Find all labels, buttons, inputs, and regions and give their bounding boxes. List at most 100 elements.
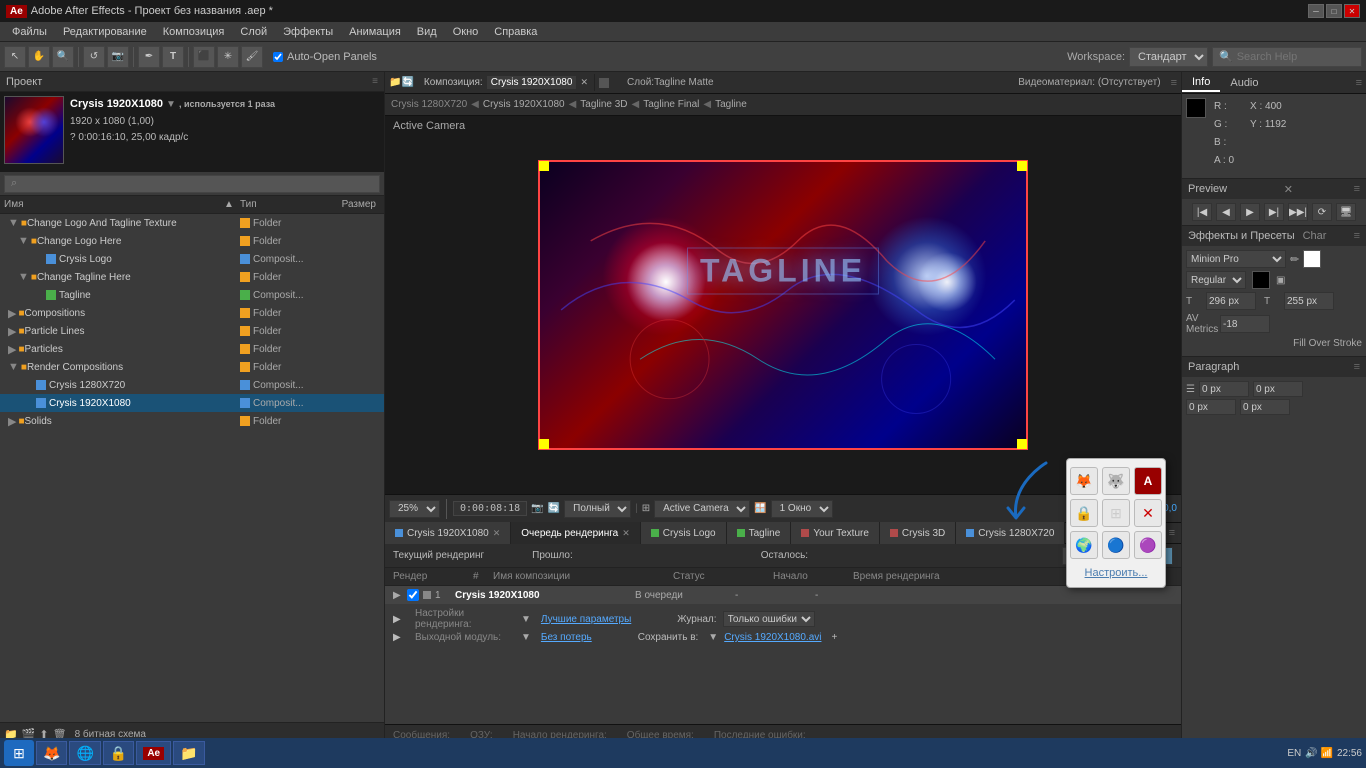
prev-loop[interactable]: ⟳: [1312, 203, 1332, 221]
configure-link[interactable]: Настроить...: [1085, 567, 1148, 579]
handle-tr[interactable]: [1017, 161, 1027, 171]
menu-effects[interactable]: Эффекты: [275, 24, 341, 40]
menu-layer[interactable]: Слой: [232, 24, 275, 40]
handle-bl[interactable]: [539, 439, 549, 449]
ri-checkbox[interactable]: [407, 589, 419, 601]
list-item[interactable]: ▶ ■ Particles Folder: [0, 340, 384, 358]
tool-select[interactable]: ↖: [4, 46, 26, 68]
expand-icon[interactable]: ▼: [18, 235, 29, 247]
char-tab[interactable]: Char: [1303, 230, 1327, 242]
breadcrumb-item[interactable]: Tagline: [715, 99, 747, 110]
preview-close[interactable]: ✕: [1284, 183, 1293, 196]
color-swatch-black[interactable]: [1252, 271, 1270, 289]
menu-window[interactable]: Окно: [445, 24, 487, 40]
para-input-2[interactable]: [1253, 381, 1303, 397]
rs-dropdown[interactable]: ▼: [521, 614, 531, 625]
project-search-input[interactable]: [21, 178, 373, 190]
gradient-icon[interactable]: ▣: [1276, 275, 1285, 286]
popup-icon-x[interactable]: ✕: [1134, 499, 1162, 527]
expand-icon[interactable]: ▶: [8, 325, 16, 338]
close-button[interactable]: ✕: [1344, 4, 1360, 18]
list-item[interactable]: Crysis Logo Composit...: [0, 250, 384, 268]
comp-dropdown[interactable]: ▼: [166, 99, 176, 110]
rs-journal-select[interactable]: Только ошибки: [723, 611, 815, 627]
tab-info[interactable]: Info: [1182, 74, 1220, 92]
timeline-tab-3d[interactable]: Crysis 3D: [880, 522, 956, 544]
breadcrumb-item[interactable]: Crysis 1280X720: [391, 99, 467, 110]
tab-audio[interactable]: Audio: [1220, 75, 1268, 91]
taskbar-security[interactable]: 🔒: [103, 741, 134, 765]
menu-animation[interactable]: Анимация: [341, 24, 409, 40]
timeline-tab-logo[interactable]: Crysis Logo: [641, 522, 727, 544]
expand-icon[interactable]: ▼: [8, 217, 19, 229]
timeline-tab-texture[interactable]: Your Texture: [791, 522, 880, 544]
panel-options[interactable]: ≡: [1352, 77, 1366, 89]
expand-icon[interactable]: ▼: [8, 361, 19, 373]
list-item[interactable]: Crysis 1280X720 Composit...: [0, 376, 384, 394]
comp-canvas[interactable]: TAGLINE: [538, 160, 1028, 450]
tool-brush[interactable]: 🖌: [241, 46, 263, 68]
render-queue-tab[interactable]: Очередь рендеринга ✕: [511, 522, 641, 544]
list-item[interactable]: ▶ ■ Solids Folder: [0, 412, 384, 430]
para-input-3[interactable]: [1186, 399, 1236, 415]
prev-last[interactable]: ▶▶|: [1288, 203, 1308, 221]
tool-rotate[interactable]: ↺: [83, 46, 105, 68]
popup-icon-lock[interactable]: 🔒: [1070, 499, 1098, 527]
list-item[interactable]: ▶ ■ Particle Lines Folder: [0, 322, 384, 340]
para-input-1[interactable]: [1199, 381, 1249, 397]
maximize-button[interactable]: □: [1326, 4, 1342, 18]
tool-hand[interactable]: ✋: [28, 46, 50, 68]
expand-icon[interactable]: ▶: [8, 307, 16, 320]
rs-save-link[interactable]: Crysis 1920X1080.avi: [724, 632, 821, 643]
tool-clone[interactable]: ✳: [217, 46, 239, 68]
tool-cam[interactable]: 📷: [107, 46, 129, 68]
timeline-tab-1280[interactable]: Crysis 1280X720: [956, 522, 1065, 544]
list-item[interactable]: Crysis 1920X1080 Composit...: [0, 394, 384, 412]
tool-shape[interactable]: ⬛: [193, 46, 215, 68]
prev-prev[interactable]: ◀: [1216, 203, 1236, 221]
zoom-select[interactable]: 25%: [389, 500, 440, 518]
handle-br[interactable]: [1017, 439, 1027, 449]
start-button[interactable]: ⊞: [4, 740, 34, 766]
camera-select[interactable]: Active Camera: [654, 500, 750, 518]
breadcrumb-item[interactable]: Tagline Final: [643, 99, 699, 110]
menu-edit[interactable]: Редактирование: [55, 24, 155, 40]
popup-icon-fox[interactable]: 🦊: [1070, 467, 1098, 495]
breadcrumb-item[interactable]: Tagline 3D: [580, 99, 627, 110]
timecode[interactable]: 0:00:08:18: [453, 501, 527, 516]
av-input[interactable]: [1220, 315, 1270, 333]
size-input-2[interactable]: [1284, 292, 1334, 310]
minimize-button[interactable]: ─: [1308, 4, 1324, 18]
taskbar-ae[interactable]: Ae: [136, 741, 171, 765]
popup-icon-purple[interactable]: 🟣: [1134, 531, 1162, 559]
search-input[interactable]: [1237, 51, 1347, 63]
menu-help[interactable]: Справка: [486, 24, 545, 40]
pen-icon[interactable]: ✏: [1290, 253, 1299, 266]
menu-view[interactable]: Вид: [409, 24, 445, 40]
comp-title-value[interactable]: Crysis 1920X1080: [487, 76, 577, 89]
ri-expand[interactable]: ▶: [393, 590, 407, 601]
list-item[interactable]: ▼ ■ Change Logo And Tagline Texture Fold…: [0, 214, 384, 232]
para-menu[interactable]: ≡: [1354, 361, 1360, 373]
breadcrumb-item[interactable]: Crysis 1920X1080: [483, 99, 565, 110]
font-select[interactable]: Minion Pro: [1186, 250, 1286, 268]
para-input-4[interactable]: [1240, 399, 1290, 415]
rs-save-dropdown[interactable]: ▼: [708, 632, 718, 643]
tool-pen[interactable]: ✒: [138, 46, 160, 68]
quality-select[interactable]: Полный: [564, 500, 631, 518]
popup-icon-grid[interactable]: ⊞: [1102, 499, 1130, 527]
menu-files[interactable]: Файлы: [4, 24, 55, 40]
tab-close[interactable]: ✕: [493, 528, 501, 539]
auto-open-checkbox[interactable]: [273, 52, 283, 62]
taskbar-explorer[interactable]: 📁: [173, 741, 204, 765]
expand-icon[interactable]: ▼: [18, 271, 29, 283]
rs-settings-link[interactable]: Лучшие параметры: [541, 614, 631, 625]
rs-output-link[interactable]: Без потерь: [541, 632, 592, 643]
workspace-select[interactable]: Стандарт: [1129, 47, 1208, 67]
expand-icon[interactable]: ▶: [8, 343, 16, 356]
list-item[interactable]: ▼ ■ Render Compositions Folder: [0, 358, 384, 376]
prev-ram[interactable]: 🖥: [1336, 203, 1356, 221]
rs-expand2[interactable]: ▶: [393, 632, 409, 643]
list-item[interactable]: ▼ ■ Change Tagline Here Folder: [0, 268, 384, 286]
popup-icon-ae[interactable]: A: [1134, 467, 1162, 495]
